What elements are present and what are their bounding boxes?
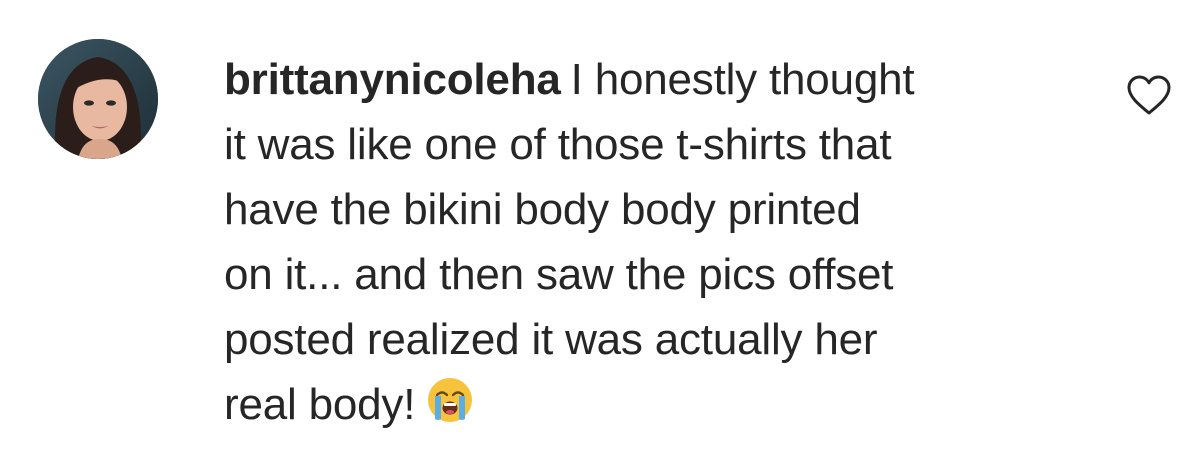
username-link[interactable]: brittanynicoleha [224,55,561,104]
comment-line: it was like one of those t-shirts that [224,120,892,169]
heart-outline-icon [1127,75,1171,115]
comment-line: posted realized it was actually her [224,315,878,364]
comment-text: brittanynicoleha I honestly thought it wa… [224,47,1084,437]
comment-row: brittanynicoleha I honestly thought it wa… [0,0,1202,460]
like-button[interactable] [1126,74,1172,116]
avatar[interactable] [38,39,158,159]
loudly-crying-face-icon [425,375,475,425]
comment-body: I honestly thought it was like one of th… [224,55,915,429]
comment-line: have the bikini body body printed [224,185,861,234]
comment-line: on it... and then saw the pics offset [224,250,894,299]
comment-line: I honestly thought [570,55,915,104]
avatar-image [38,39,158,159]
comment-line: real body! [224,380,416,429]
